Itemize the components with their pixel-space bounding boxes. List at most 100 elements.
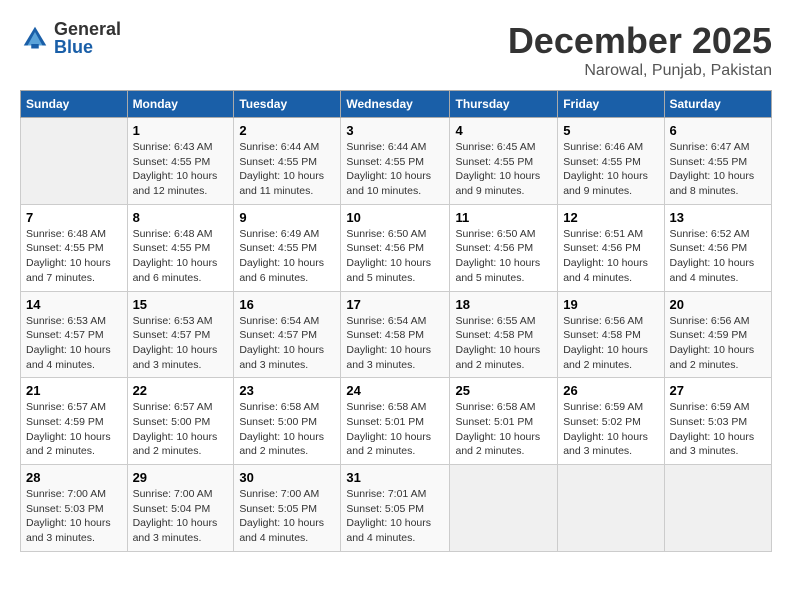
day-number: 11 bbox=[455, 210, 552, 225]
logo-icon bbox=[20, 23, 50, 53]
day-cell: 20 Sunrise: 6:56 AM Sunset: 4:59 PM Dayli… bbox=[664, 291, 772, 378]
header-cell-saturday: Saturday bbox=[664, 91, 772, 118]
day-cell bbox=[21, 118, 128, 205]
day-cell: 29 Sunrise: 7:00 AM Sunset: 5:04 PM Dayli… bbox=[127, 465, 234, 552]
day-cell: 12 Sunrise: 6:51 AM Sunset: 4:56 PM Dayli… bbox=[558, 204, 664, 291]
day-number: 2 bbox=[239, 123, 335, 138]
day-number: 27 bbox=[670, 383, 767, 398]
day-cell: 23Sunrise: 6:58 AM Sunset: 5:00 PM Dayli… bbox=[234, 378, 341, 465]
calendar-table: SundayMondayTuesdayWednesdayThursdayFrid… bbox=[20, 90, 772, 552]
day-cell bbox=[450, 465, 558, 552]
day-number: 16 bbox=[239, 297, 335, 312]
week-row-3: 14 Sunrise: 6:53 AM Sunset: 4:57 PM Dayli… bbox=[21, 291, 772, 378]
day-info: Sunrise: 6:43 AM Sunset: 4:55 PM Dayligh… bbox=[133, 141, 218, 197]
day-number: 15 bbox=[133, 297, 229, 312]
day-number: 13 bbox=[670, 210, 767, 225]
day-info: Sunrise: 6:45 AM Sunset: 4:55 PM Dayligh… bbox=[455, 141, 540, 197]
week-row-5: 28 Sunrise: 7:00 AM Sunset: 5:03 PM Dayli… bbox=[21, 465, 772, 552]
day-info: Sunrise: 6:51 AM Sunset: 4:56 PM Dayligh… bbox=[563, 228, 648, 284]
day-cell: 9Sunrise: 6:49 AM Sunset: 4:55 PM Daylig… bbox=[234, 204, 341, 291]
day-info: Sunrise: 7:01 AM Sunset: 5:05 PM Dayligh… bbox=[346, 488, 431, 544]
day-cell: 30 Sunrise: 7:00 AM Sunset: 5:05 PM Dayli… bbox=[234, 465, 341, 552]
day-number: 20 bbox=[670, 297, 767, 312]
day-info: Sunrise: 6:52 AM Sunset: 4:56 PM Dayligh… bbox=[670, 228, 755, 284]
day-info: Sunrise: 6:50 AM Sunset: 4:56 PM Dayligh… bbox=[455, 228, 540, 284]
day-cell: 2 Sunrise: 6:44 AM Sunset: 4:55 PM Daylig… bbox=[234, 118, 341, 205]
day-cell: 1 Sunrise: 6:43 AM Sunset: 4:55 PM Daylig… bbox=[127, 118, 234, 205]
day-number: 24 bbox=[346, 383, 444, 398]
day-number: 19 bbox=[563, 297, 658, 312]
week-row-1: 1 Sunrise: 6:43 AM Sunset: 4:55 PM Daylig… bbox=[21, 118, 772, 205]
day-number: 9 bbox=[239, 210, 335, 225]
header-cell-wednesday: Wednesday bbox=[341, 91, 450, 118]
day-number: 6 bbox=[670, 123, 767, 138]
header-row: SundayMondayTuesdayWednesdayThursdayFrid… bbox=[21, 91, 772, 118]
day-cell: 26Sunrise: 6:59 AM Sunset: 5:02 PM Dayli… bbox=[558, 378, 664, 465]
day-number: 8 bbox=[133, 210, 229, 225]
day-number: 31 bbox=[346, 470, 444, 485]
day-cell bbox=[558, 465, 664, 552]
day-number: 30 bbox=[239, 470, 335, 485]
day-info: Sunrise: 6:58 AM Sunset: 5:00 PM Dayligh… bbox=[239, 401, 324, 457]
day-info: Sunrise: 6:54 AM Sunset: 4:58 PM Dayligh… bbox=[346, 315, 431, 371]
day-number: 17 bbox=[346, 297, 444, 312]
day-cell: 16Sunrise: 6:54 AM Sunset: 4:57 PM Dayli… bbox=[234, 291, 341, 378]
day-info: Sunrise: 6:44 AM Sunset: 4:55 PM Dayligh… bbox=[346, 141, 431, 197]
day-cell: 21 Sunrise: 6:57 AM Sunset: 4:59 PM Dayli… bbox=[21, 378, 128, 465]
day-info: Sunrise: 7:00 AM Sunset: 5:03 PM Dayligh… bbox=[26, 488, 111, 544]
day-cell: 15 Sunrise: 6:53 AM Sunset: 4:57 PM Dayli… bbox=[127, 291, 234, 378]
title-block: December 2025 Narowal, Punjab, Pakistan bbox=[508, 20, 772, 80]
header-cell-sunday: Sunday bbox=[21, 91, 128, 118]
day-info: Sunrise: 6:55 AM Sunset: 4:58 PM Dayligh… bbox=[455, 315, 540, 371]
header-cell-tuesday: Tuesday bbox=[234, 91, 341, 118]
day-cell: 31 Sunrise: 7:01 AM Sunset: 5:05 PM Dayli… bbox=[341, 465, 450, 552]
day-number: 29 bbox=[133, 470, 229, 485]
day-number: 28 bbox=[26, 470, 122, 485]
day-number: 21 bbox=[26, 383, 122, 398]
day-info: Sunrise: 6:56 AM Sunset: 4:59 PM Dayligh… bbox=[670, 315, 755, 371]
day-cell: 7Sunrise: 6:48 AM Sunset: 4:55 PM Daylig… bbox=[21, 204, 128, 291]
day-cell: 25 Sunrise: 6:58 AM Sunset: 5:01 PM Dayli… bbox=[450, 378, 558, 465]
day-cell: 19 Sunrise: 6:56 AM Sunset: 4:58 PM Dayli… bbox=[558, 291, 664, 378]
day-cell: 6 Sunrise: 6:47 AM Sunset: 4:55 PM Daylig… bbox=[664, 118, 772, 205]
day-number: 25 bbox=[455, 383, 552, 398]
day-number: 18 bbox=[455, 297, 552, 312]
day-info: Sunrise: 6:57 AM Sunset: 5:00 PM Dayligh… bbox=[133, 401, 218, 457]
day-info: Sunrise: 7:00 AM Sunset: 5:05 PM Dayligh… bbox=[239, 488, 324, 544]
day-cell: 22Sunrise: 6:57 AM Sunset: 5:00 PM Dayli… bbox=[127, 378, 234, 465]
day-info: Sunrise: 6:47 AM Sunset: 4:55 PM Dayligh… bbox=[670, 141, 755, 197]
day-info: Sunrise: 6:57 AM Sunset: 4:59 PM Dayligh… bbox=[26, 401, 111, 457]
day-cell: 13 Sunrise: 6:52 AM Sunset: 4:56 PM Dayli… bbox=[664, 204, 772, 291]
day-cell: 4 Sunrise: 6:45 AM Sunset: 4:55 PM Daylig… bbox=[450, 118, 558, 205]
day-cell: 8 Sunrise: 6:48 AM Sunset: 4:55 PM Daylig… bbox=[127, 204, 234, 291]
day-info: Sunrise: 6:59 AM Sunset: 5:02 PM Dayligh… bbox=[563, 401, 648, 457]
day-info: Sunrise: 6:44 AM Sunset: 4:55 PM Dayligh… bbox=[239, 141, 324, 197]
day-info: Sunrise: 6:59 AM Sunset: 5:03 PM Dayligh… bbox=[670, 401, 755, 457]
day-info: Sunrise: 6:53 AM Sunset: 4:57 PM Dayligh… bbox=[26, 315, 111, 371]
logo-general: General bbox=[54, 20, 121, 38]
day-number: 4 bbox=[455, 123, 552, 138]
header-cell-friday: Friday bbox=[558, 91, 664, 118]
week-row-4: 21 Sunrise: 6:57 AM Sunset: 4:59 PM Dayli… bbox=[21, 378, 772, 465]
day-number: 1 bbox=[133, 123, 229, 138]
day-cell: 5 Sunrise: 6:46 AM Sunset: 4:55 PM Daylig… bbox=[558, 118, 664, 205]
day-cell: 3Sunrise: 6:44 AM Sunset: 4:55 PM Daylig… bbox=[341, 118, 450, 205]
day-info: Sunrise: 6:58 AM Sunset: 5:01 PM Dayligh… bbox=[455, 401, 540, 457]
day-info: Sunrise: 7:00 AM Sunset: 5:04 PM Dayligh… bbox=[133, 488, 218, 544]
day-info: Sunrise: 6:48 AM Sunset: 4:55 PM Dayligh… bbox=[133, 228, 218, 284]
day-info: Sunrise: 6:46 AM Sunset: 4:55 PM Dayligh… bbox=[563, 141, 648, 197]
day-number: 7 bbox=[26, 210, 122, 225]
day-info: Sunrise: 6:50 AM Sunset: 4:56 PM Dayligh… bbox=[346, 228, 431, 284]
day-info: Sunrise: 6:53 AM Sunset: 4:57 PM Dayligh… bbox=[133, 315, 218, 371]
day-cell: 18 Sunrise: 6:55 AM Sunset: 4:58 PM Dayli… bbox=[450, 291, 558, 378]
header-cell-monday: Monday bbox=[127, 91, 234, 118]
logo-text: General Blue bbox=[54, 20, 121, 56]
day-number: 5 bbox=[563, 123, 658, 138]
day-number: 12 bbox=[563, 210, 658, 225]
day-cell: 24Sunrise: 6:58 AM Sunset: 5:01 PM Dayli… bbox=[341, 378, 450, 465]
day-cell: 28 Sunrise: 7:00 AM Sunset: 5:03 PM Dayli… bbox=[21, 465, 128, 552]
day-number: 14 bbox=[26, 297, 122, 312]
day-number: 10 bbox=[346, 210, 444, 225]
logo-blue: Blue bbox=[54, 38, 121, 56]
day-info: Sunrise: 6:56 AM Sunset: 4:58 PM Dayligh… bbox=[563, 315, 648, 371]
